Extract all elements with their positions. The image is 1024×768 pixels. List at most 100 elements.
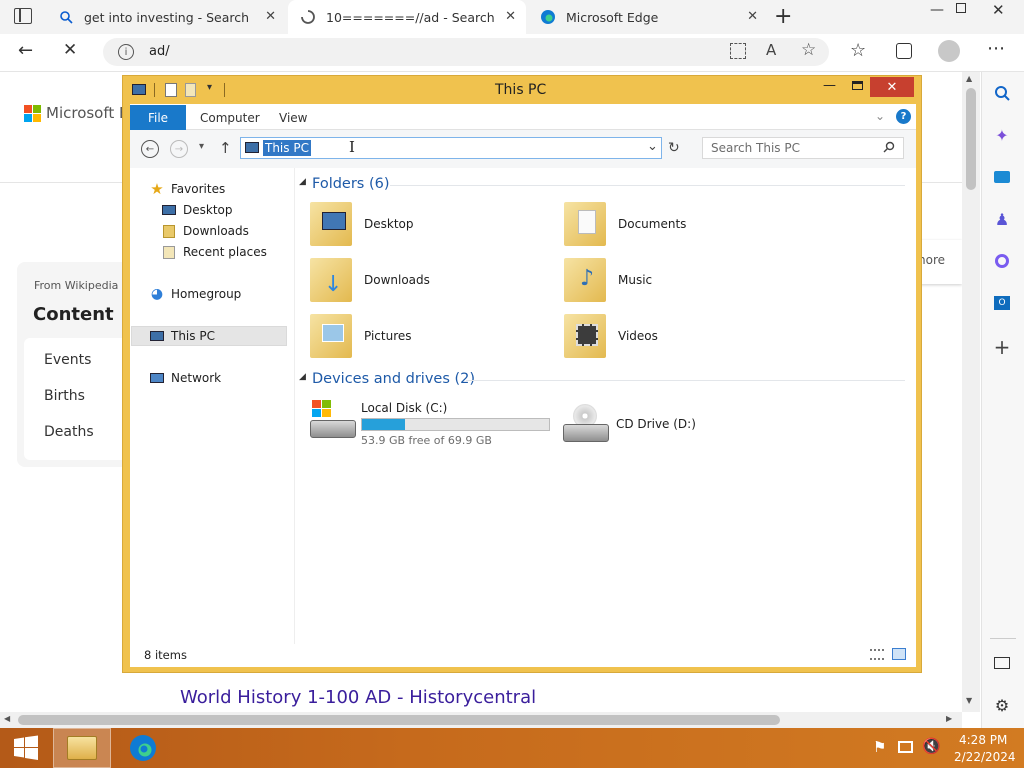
location-bar[interactable]: This PC ⌄: [240, 137, 662, 159]
recent-locations-icon[interactable]: ▾: [199, 141, 204, 152]
tab-edge[interactable]: Microsoft Edge ✕: [528, 0, 768, 34]
minimize-icon[interactable]: —: [930, 2, 944, 18]
folder-desktop[interactable]: Desktop: [310, 202, 414, 246]
recent-places-icon: [161, 245, 177, 259]
properties-icon[interactable]: [165, 83, 177, 97]
tab-investing[interactable]: get into investing - Search ✕: [46, 0, 286, 34]
nav-favorites[interactable]: ★ Favorites: [149, 180, 226, 198]
nav-homegroup[interactable]: ◕ Homegroup: [149, 286, 241, 302]
refresh-icon[interactable]: ↻: [668, 140, 680, 156]
tab-file[interactable]: File: [130, 105, 186, 130]
more-options-icon[interactable]: ⋯: [987, 38, 1005, 59]
expand-ribbon-icon[interactable]: ⌄: [875, 109, 885, 123]
search-icon[interactable]: [883, 141, 895, 156]
collections-icon[interactable]: [896, 43, 912, 59]
drives-header[interactable]: Devices and drives (2): [312, 371, 475, 387]
app-available-icon[interactable]: [730, 43, 746, 59]
wiki-item-events[interactable]: Events: [44, 352, 91, 368]
add-favorite-icon[interactable]: ☆: [801, 40, 816, 60]
tab-view[interactable]: View: [279, 105, 307, 130]
close-window-icon[interactable]: ✕: [992, 1, 1005, 19]
folder-pictures[interactable]: Pictures: [310, 314, 412, 358]
scroll-up-icon[interactable]: ▲: [966, 74, 972, 83]
more-link[interactable]: nore: [918, 253, 945, 267]
nav-thispc[interactable]: This PC: [149, 329, 215, 343]
folder-videos[interactable]: Videos: [564, 314, 658, 358]
nav-desktop[interactable]: Desktop: [161, 203, 233, 217]
volume-muted-icon[interactable]: 🔇: [922, 737, 941, 755]
stop-loading-icon[interactable]: ✕: [63, 40, 77, 60]
collapse-folders-icon[interactable]: ◢: [299, 177, 306, 187]
close-icon[interactable]: ✕: [870, 77, 914, 97]
drive-local-disk[interactable]: Local Disk (C:) 53.9 GB free of 69.9 GB: [310, 400, 550, 448]
add-sidebar-icon[interactable]: +: [982, 332, 1022, 362]
maximize-icon[interactable]: [852, 81, 863, 90]
copilot-icon[interactable]: ✦: [982, 120, 1022, 150]
back-icon[interactable]: ←: [18, 40, 33, 61]
network-tray-icon[interactable]: [898, 741, 913, 753]
scroll-left-icon[interactable]: ◀: [4, 714, 10, 723]
scroll-down-icon[interactable]: ▼: [966, 696, 972, 705]
large-icons-view-icon[interactable]: [892, 648, 906, 660]
folder-downloads[interactable]: ↓ Downloads: [310, 258, 430, 302]
search-icon[interactable]: [982, 78, 1022, 108]
item-count: 8 items: [144, 648, 187, 662]
up-icon[interactable]: ↑: [219, 139, 232, 157]
desktop-icon: [161, 203, 177, 217]
drive-cd[interactable]: CD Drive (D:): [563, 404, 696, 444]
wiki-item-deaths[interactable]: Deaths: [44, 424, 94, 440]
clock-time[interactable]: 4:28 PM: [959, 733, 1007, 747]
nav-label: Favorites: [171, 182, 226, 196]
new-tab-icon[interactable]: +: [774, 4, 792, 29]
search-result-link[interactable]: World History 1-100 AD - Historycentral: [180, 687, 536, 708]
scroll-thumb[interactable]: [966, 88, 976, 190]
profile-avatar[interactable]: [938, 40, 960, 62]
details-view-icon[interactable]: [870, 649, 884, 660]
close-tab-icon[interactable]: ✕: [265, 9, 276, 24]
taskbar-file-explorer[interactable]: [53, 728, 111, 768]
explorer-titlebar[interactable]: ▾ This PC — ✕: [123, 76, 921, 104]
navigation-pane: ★ Favorites Desktop Downloads Recent pla…: [130, 168, 295, 667]
restore-icon[interactable]: [956, 3, 966, 13]
vertical-scrollbar[interactable]: ▲ ▼: [962, 72, 980, 712]
close-tab-icon[interactable]: ✕: [505, 9, 516, 24]
tab-ad-search[interactable]: 10=======//ad - Search ✕: [288, 0, 526, 34]
shopping-icon[interactable]: [982, 162, 1022, 192]
outlook-icon[interactable]: O: [982, 288, 1022, 318]
read-aloud-icon[interactable]: A: [766, 41, 776, 59]
office-icon[interactable]: [982, 246, 1022, 276]
minimize-icon[interactable]: —: [823, 78, 836, 93]
games-icon[interactable]: ♟: [982, 204, 1022, 234]
back-icon[interactable]: ←: [141, 140, 159, 158]
quick-access-dropdown-icon[interactable]: ▾: [207, 82, 212, 93]
help-icon[interactable]: ?: [896, 109, 911, 124]
nav-downloads[interactable]: Downloads: [161, 224, 249, 238]
forward-icon[interactable]: →: [170, 140, 188, 158]
folder-documents[interactable]: Documents: [564, 202, 686, 246]
scroll-thumb[interactable]: [18, 715, 780, 725]
favorites-icon[interactable]: ☆: [850, 40, 866, 61]
action-center-flag-icon[interactable]: ⚑: [873, 738, 886, 756]
location-dropdown-icon[interactable]: ⌄: [647, 139, 658, 154]
tab-actions-icon[interactable]: [14, 8, 32, 24]
scroll-right-icon[interactable]: ▶: [946, 714, 952, 723]
search-box[interactable]: Search This PC: [702, 137, 904, 159]
clock-date[interactable]: 2/22/2024: [954, 750, 1016, 764]
nav-recent-places[interactable]: Recent places: [161, 245, 267, 259]
start-button[interactable]: [6, 728, 46, 768]
collapse-drives-icon[interactable]: ◢: [299, 372, 306, 382]
settings-icon[interactable]: ⚙: [982, 690, 1022, 720]
horizontal-scrollbar[interactable]: ◀ ▶: [0, 712, 962, 728]
folders-header[interactable]: Folders (6): [312, 176, 390, 192]
address-bar[interactable]: i ad/ A ☆: [103, 38, 829, 66]
folder-label: Pictures: [364, 329, 412, 343]
wiki-heading: Content: [33, 304, 114, 325]
nav-network[interactable]: Network: [149, 371, 221, 385]
wiki-item-births[interactable]: Births: [44, 388, 85, 404]
new-folder-icon[interactable]: [185, 83, 196, 97]
hide-sidebar-icon[interactable]: [982, 648, 1022, 678]
tab-computer[interactable]: Computer: [200, 105, 260, 130]
folder-music[interactable]: ♪ Music: [564, 258, 652, 302]
close-tab-icon[interactable]: ✕: [747, 9, 758, 24]
taskbar-edge[interactable]: [115, 728, 171, 768]
